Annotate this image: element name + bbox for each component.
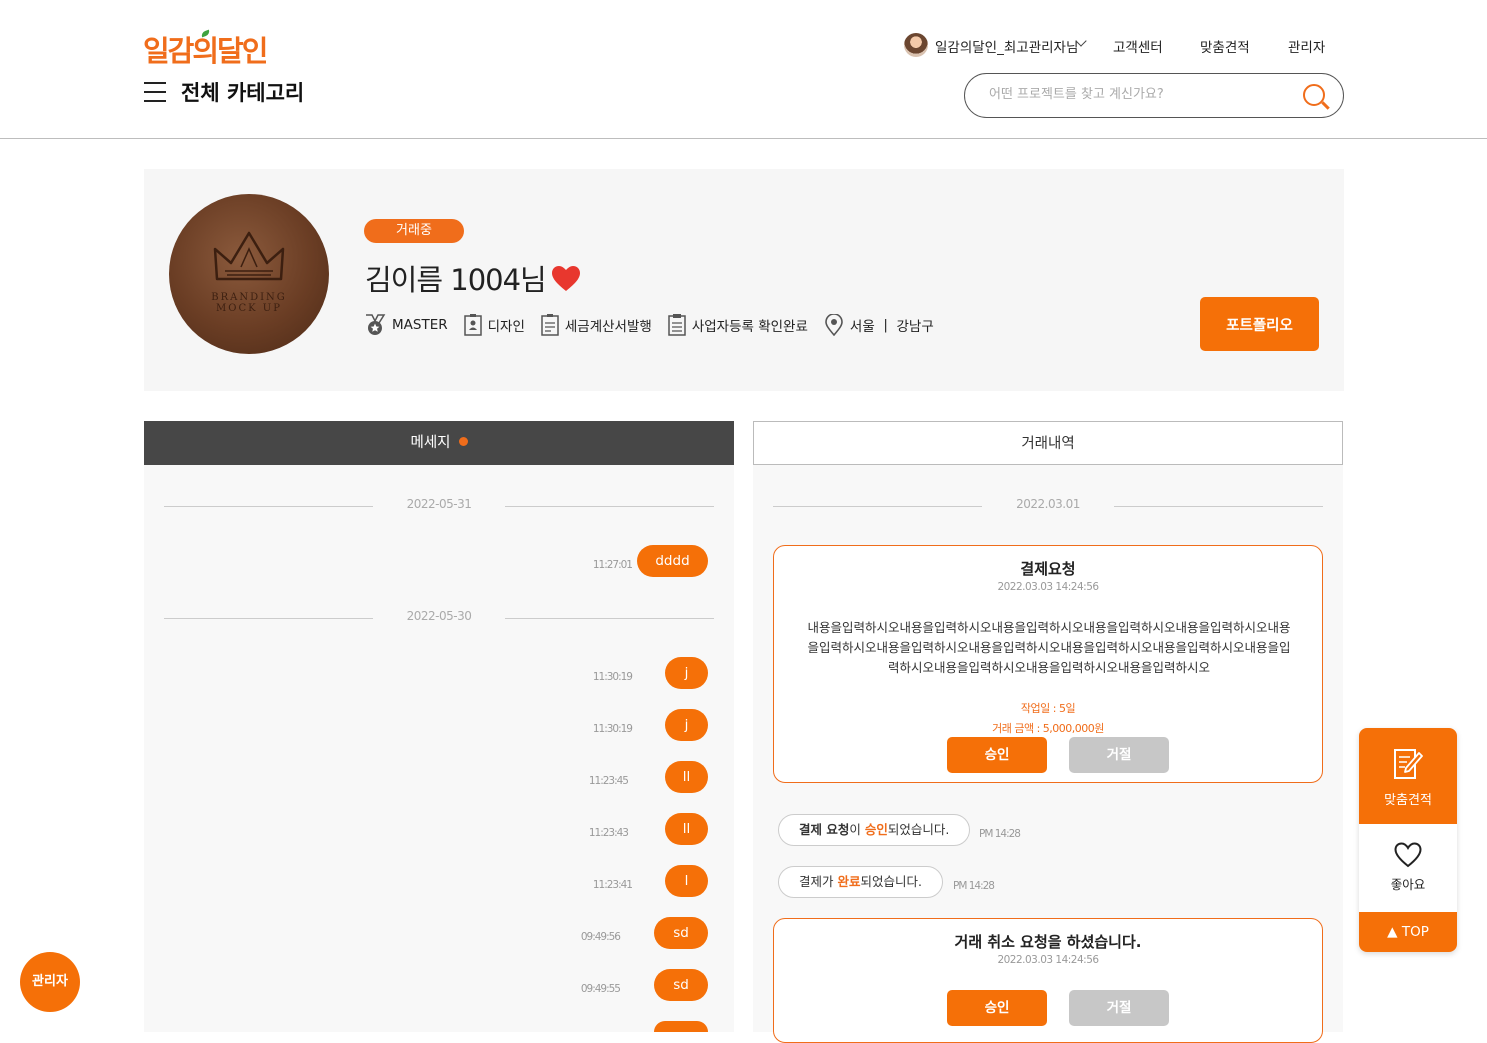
admin-floating-button[interactable]: 관리자 — [20, 952, 80, 1012]
deal-date: 2022.03.01 — [1016, 497, 1080, 511]
date-divider-line — [505, 618, 714, 619]
deal-history-panel: 거래내역 2022.03.01 결제요청 2022.03.03 14:24:56… — [753, 421, 1343, 1043]
deal-amount: 거래 금액 : 5,000,000원 — [992, 722, 1104, 735]
message-panel: 메세지 2022-05-31 11:27:01 dddd 2022-05-30 … — [144, 421, 734, 1032]
status-time: PM 14:28 — [953, 880, 995, 892]
profile-name: 김이름 1004님 — [365, 263, 547, 297]
date-divider-line — [505, 506, 714, 507]
tag-tax-invoice: 세금계산서발행 — [541, 314, 652, 336]
message-time: 09:49:56 — [580, 931, 621, 943]
message-bubble[interactable]: ll — [665, 813, 708, 845]
approve-button[interactable]: 승인 — [947, 990, 1047, 1026]
message-bubble[interactable]: j — [665, 709, 708, 741]
all-categories-label[interactable]: 전체 카테고리 — [181, 77, 304, 107]
profile-tags: MASTER 디자인 세금계산서발행 사업자등록 확인완료 서울 | 강남구 — [364, 313, 950, 337]
edit-document-icon — [1394, 749, 1423, 779]
card-datetime: 2022.03.03 14:24:56 — [997, 954, 1099, 966]
card-title: 결제요청 — [1020, 560, 1076, 578]
nav-custom-quote[interactable]: 맞춤견적 — [1200, 36, 1250, 56]
nav-customer-center[interactable]: 고객센터 — [1113, 36, 1163, 56]
crown-icon — [213, 231, 285, 281]
search-input[interactable] — [989, 87, 1289, 102]
tag-location: 서울 | 강남구 — [824, 314, 934, 336]
user-name[interactable]: 일감의달인_최고관리자님 — [935, 36, 1078, 56]
tag-business: 사업자등록 확인완료 — [668, 314, 808, 336]
status-message: 결제가 완료되었습니다. — [778, 866, 943, 898]
hamburger-menu-icon[interactable] — [144, 82, 166, 102]
date-divider-line — [164, 506, 373, 507]
payment-request-card: 결제요청 2022.03.03 14:24:56 내용을입력하시오내용을입력하시… — [773, 545, 1323, 783]
message-time: 11:23:45 — [588, 775, 629, 787]
portfolio-button[interactable]: 포트폴리오 — [1200, 297, 1319, 351]
side-quote-label: 맞춤견적 — [1384, 793, 1432, 808]
card-body: 내용을입력하시오내용을입력하시오내용을입력하시오내용을입력하시오내용을입력하시오… — [807, 620, 1291, 675]
date-divider-line — [773, 506, 982, 507]
document-icon — [541, 314, 559, 336]
reject-button[interactable]: 거절 — [1069, 737, 1169, 773]
user-avatar[interactable] — [904, 33, 928, 57]
heart-outline-icon — [1394, 842, 1422, 868]
approve-button[interactable]: 승인 — [947, 737, 1047, 773]
tag-field: 디자인 — [463, 314, 525, 336]
date-divider-line — [164, 618, 373, 619]
header: 일감의달인 전체 카테고리 일감의달인_최고관리자님 고객센터 맞춤견적 관리자 — [0, 0, 1487, 139]
message-date: 2022-05-30 — [406, 609, 472, 623]
message-time: 11:27:01 — [592, 559, 633, 571]
side-like-label: 좋아요 — [1390, 877, 1426, 892]
floating-side-menu: 맞춤견적 좋아요 ▲ TOP — [1359, 728, 1457, 952]
message-bubble[interactable]: l — [665, 865, 708, 897]
nav-admin[interactable]: 관리자 — [1288, 36, 1325, 56]
tab-messages[interactable]: 메세지 — [144, 421, 734, 465]
profile-image-text: BRANDING MOCK UP — [211, 292, 287, 314]
message-date: 2022-05-31 — [406, 497, 472, 511]
message-time: 11:30:19 — [592, 671, 633, 683]
scroll-top-button[interactable]: ▲ TOP — [1359, 912, 1457, 952]
card-datetime: 2022.03.03 14:24:56 — [997, 581, 1099, 593]
work-days: 작업일 : 5일 — [1020, 702, 1076, 715]
clipboard-icon — [668, 314, 686, 336]
card-title: 거래 취소 요청을 하셨습니다. — [954, 933, 1142, 951]
id-card-icon — [463, 314, 482, 336]
message-time: 11:23:41 — [592, 879, 633, 891]
side-custom-quote-button[interactable]: 맞춤견적 — [1359, 728, 1457, 824]
profile-image: BRANDING MOCK UP — [169, 194, 329, 354]
search-box — [964, 73, 1344, 118]
medal-icon — [366, 314, 386, 335]
side-like-button[interactable]: 좋아요 — [1359, 824, 1457, 912]
message-time: 11:30:19 — [592, 723, 633, 735]
logo[interactable]: 일감의달인 — [143, 28, 268, 70]
tab-deal-history[interactable]: 거래내역 — [753, 421, 1343, 465]
message-bubble[interactable]: dddd — [637, 545, 708, 577]
unread-dot-icon — [458, 437, 468, 446]
message-bubble-partial[interactable] — [654, 1021, 708, 1032]
reject-button[interactable]: 거절 — [1069, 990, 1169, 1026]
message-bubble[interactable]: j — [665, 657, 708, 689]
message-time: 11:23:43 — [588, 827, 629, 839]
message-bubble[interactable]: sd — [654, 969, 708, 1001]
status-message: 결제 요청이 승인되었습니다. — [778, 814, 971, 846]
tag-grade: MASTER — [364, 314, 448, 336]
message-bubble[interactable]: sd — [654, 917, 708, 949]
status-badge: 거래중 — [364, 219, 464, 243]
date-divider-line — [1114, 506, 1323, 507]
message-bubble[interactable]: ll — [665, 761, 708, 793]
status-time: PM 14:28 — [979, 828, 1021, 840]
search-icon[interactable] — [1303, 84, 1325, 106]
cancel-request-card: 거래 취소 요청을 하셨습니다. 2022.03.03 14:24:56 승인 … — [773, 918, 1323, 1043]
message-time: 09:49:55 — [580, 983, 621, 995]
location-pin-icon — [825, 314, 843, 336]
heart-icon[interactable] — [552, 266, 580, 292]
profile-card: BRANDING MOCK UP 거래중 김이름 1004님 MASTER 디자인… — [144, 169, 1344, 391]
